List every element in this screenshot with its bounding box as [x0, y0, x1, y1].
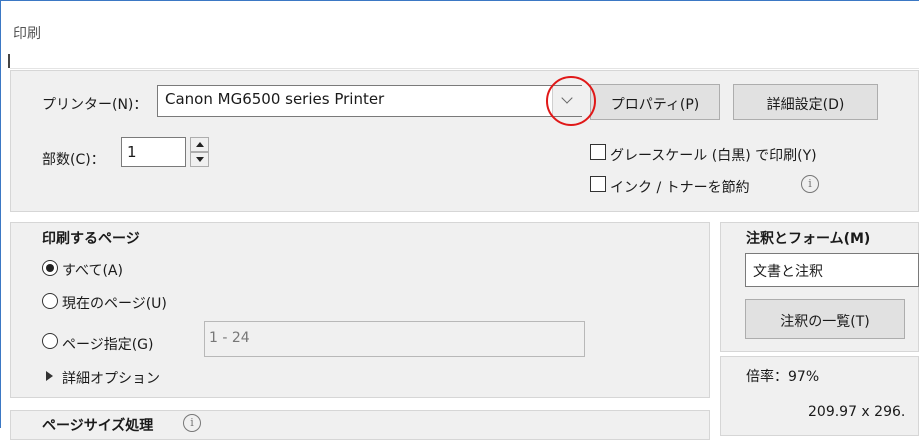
grayscale-checkbox[interactable]	[590, 144, 606, 160]
comments-select-value: 文書と注釈	[753, 264, 823, 280]
scale-label: 倍率：97%	[746, 369, 820, 385]
printer-select[interactable]: Canon MG6500 series Printer	[157, 85, 582, 117]
printer-label: プリンター(N)：	[42, 97, 148, 113]
grayscale-label[interactable]: グレースケール (白黒) で印刷(Y)	[610, 145, 817, 165]
copies-input[interactable]: 1	[121, 137, 186, 167]
window-top-border	[0, 0, 919, 1]
page-range-radio[interactable]	[42, 333, 58, 349]
copies-label: 部数(C)：	[42, 152, 105, 168]
save-ink-checkbox[interactable]	[590, 176, 606, 192]
advanced-button-label: 詳細設定(D)	[766, 97, 845, 113]
window-edge-mark	[8, 54, 10, 68]
current-page-radio[interactable]	[42, 293, 58, 309]
copies-down-button[interactable]	[190, 152, 209, 167]
more-options-label[interactable]: 詳細オプション	[62, 368, 160, 388]
triangle-right-icon[interactable]	[46, 371, 53, 381]
title-separator	[10, 68, 919, 69]
triangle-down-icon	[196, 157, 204, 162]
info-icon[interactable]: i	[183, 414, 201, 432]
copies-value: 1	[127, 143, 137, 161]
page-range-input[interactable]: 1 - 24	[204, 321, 585, 357]
page-sizing-heading: ページサイズ処理	[42, 418, 154, 434]
all-pages-radio[interactable]	[42, 260, 58, 276]
triangle-up-icon	[196, 142, 204, 147]
page-range-value: 1 - 24	[209, 330, 250, 346]
info-icon[interactable]: i	[801, 175, 819, 193]
all-pages-label[interactable]: すべて(A)	[62, 260, 123, 280]
comments-heading: 注釈とフォーム(M)	[746, 231, 871, 247]
dialog-title: 印刷	[13, 26, 41, 42]
summarize-comments-button[interactable]: 注釈の一覧(T)	[745, 299, 905, 339]
printer-select-value: Canon MG6500 series Printer	[165, 90, 385, 108]
copies-up-button[interactable]	[190, 137, 209, 152]
current-page-label[interactable]: 現在のページ(U)	[62, 293, 167, 313]
summarize-comments-label: 注釈の一覧(T)	[780, 314, 870, 330]
save-ink-label[interactable]: インク / トナーを節約	[610, 177, 750, 197]
page-range-label[interactable]: ページ指定(G)	[62, 334, 154, 354]
paper-size-text: 209.97 x 296.	[808, 404, 906, 420]
properties-button[interactable]: プロパティ(P)	[590, 84, 720, 120]
highlight-circle	[546, 76, 596, 126]
window-left-border	[0, 0, 1, 428]
properties-button-label: プロパティ(P)	[610, 97, 700, 113]
radio-selected-dot	[46, 264, 54, 272]
advanced-button[interactable]: 詳細設定(D)	[733, 84, 878, 120]
pages-heading: 印刷するページ	[42, 231, 140, 247]
comments-select[interactable]: 文書と注釈	[745, 253, 919, 287]
